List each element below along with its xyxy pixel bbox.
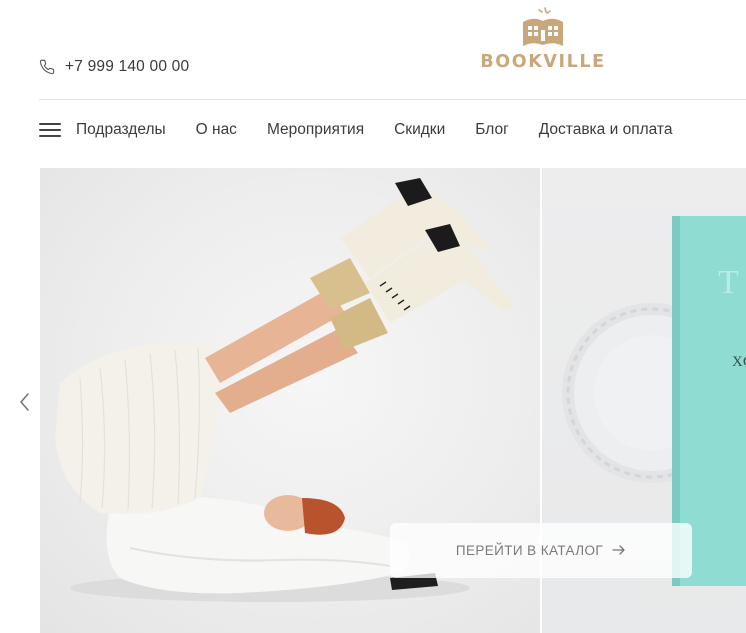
header-divider [39, 99, 746, 100]
nav-item-discounts[interactable]: Скидки [394, 121, 445, 139]
catalog-button-label: ПЕРЕЙТИ В КАТАЛОГ [455, 543, 604, 558]
chevron-left-icon[interactable] [17, 392, 33, 412]
book-letter-t: T [718, 264, 739, 301]
phone-link[interactable]: +7 999 140 00 00 [39, 58, 189, 76]
main-nav: Подразделы О нас Мероприятия Скидки Блог… [39, 118, 672, 142]
nav-item-events[interactable]: Мероприятия [267, 121, 364, 139]
book-letters-xc: XC [732, 354, 746, 370]
page: +7 999 140 00 00 BOOKVILLE Подразделы О … [0, 0, 746, 633]
phone-icon [39, 59, 55, 75]
logo[interactable]: BOOKVILLE [470, 6, 616, 82]
open-book-house-icon [470, 6, 616, 50]
logo-text: BOOKVILLE [480, 52, 606, 72]
catalog-button[interactable]: ПЕРЕЙТИ В КАТАЛОГ [390, 523, 692, 578]
nav-item-subsections[interactable]: Подразделы [76, 121, 166, 139]
hamburger-icon[interactable] [39, 123, 61, 137]
arrow-right-icon [612, 543, 626, 558]
phone-number: +7 999 140 00 00 [65, 58, 190, 75]
nav-item-about[interactable]: О нас [196, 121, 237, 139]
nav-item-blog[interactable]: Блог [475, 121, 509, 139]
nav-item-delivery[interactable]: Доставка и оплата [539, 121, 673, 139]
